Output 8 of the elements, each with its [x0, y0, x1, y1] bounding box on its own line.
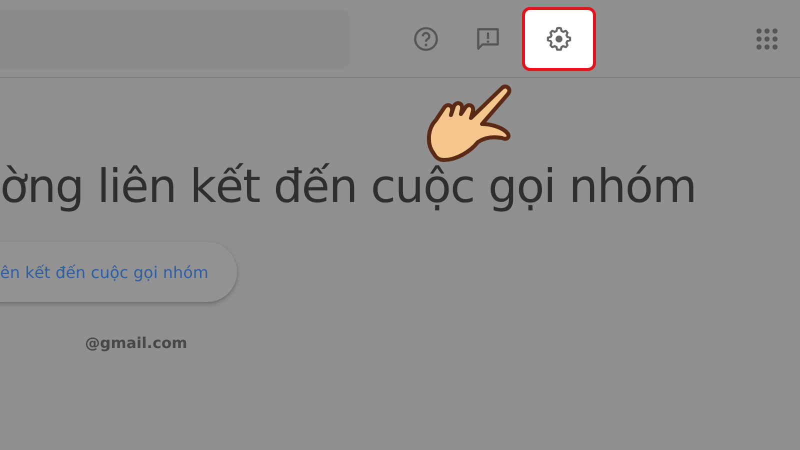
- page-heading: ờng liên kết đến cuộc gọi nhóm: [0, 158, 696, 215]
- help-icon: [413, 26, 439, 52]
- create-link-button[interactable]: ên kết đến cuộc gọi nhóm: [0, 242, 237, 302]
- apps-grid-icon[interactable]: [756, 28, 778, 50]
- settings-icon: [545, 24, 573, 52]
- settings-button[interactable]: [522, 6, 596, 70]
- feedback-icon: [475, 26, 501, 52]
- account-email: @gmail.com: [85, 334, 188, 352]
